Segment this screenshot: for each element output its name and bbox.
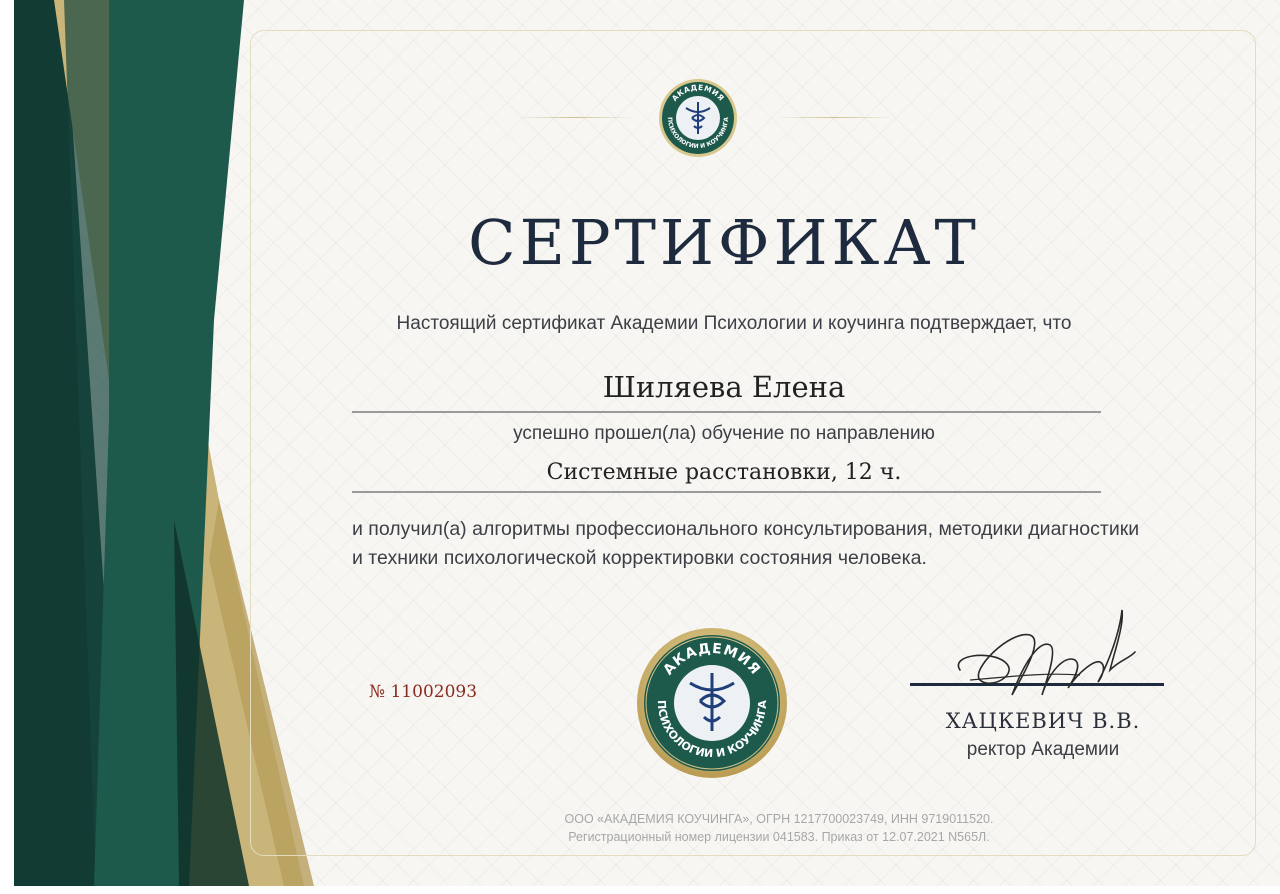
academy-seal-icon: АКАДЕМИЯ ПСИХОЛОГИИ И КОУЧИНГА	[637, 628, 787, 778]
footer-line-2: Регистрационный номер лицензии 041583. П…	[568, 830, 990, 844]
footer-line-1: ООО «АКАДЕМИЯ КОУЧИНГА», ОГРН 1217700023…	[564, 812, 994, 826]
certificate-number: № 11002093	[369, 682, 478, 702]
intro-text: Настоящий сертификат Академии Психологии…	[396, 313, 1072, 334]
name-underline	[352, 411, 1101, 413]
course-name: Системные расстановки, 12 ч.	[546, 460, 902, 485]
signature-icon	[957, 609, 1136, 696]
academy-logo-icon: АКАДЕМИЯ ПСИХОЛОГИИ И КОУЧИНГА	[659, 79, 737, 157]
recipient-name: Шиляева Елена	[602, 370, 846, 404]
certificate-title: СЕРТИФИКАТ	[468, 206, 980, 279]
footer-legal: ООО «АКАДЕМИЯ КОУЧИНГА», ОГРН 1217700023…	[454, 810, 1104, 846]
description-text: и получил(а) алгоритмы профессионального…	[352, 518, 1140, 569]
passed-text: успешно прошел(ла) обучение по направлен…	[513, 423, 935, 444]
course-underline	[352, 491, 1101, 493]
rector-role: ректор Академии	[966, 739, 1120, 760]
certificate-sheet: АКАДЕМИЯ ПСИХОЛОГИИ И КОУЧИНГА СЕРТИФИКА…	[14, 0, 1280, 886]
divider-left	[516, 117, 634, 118]
rector-name: ХАЦКЕВИЧ В.В.	[945, 709, 1141, 733]
divider-right	[776, 117, 894, 118]
